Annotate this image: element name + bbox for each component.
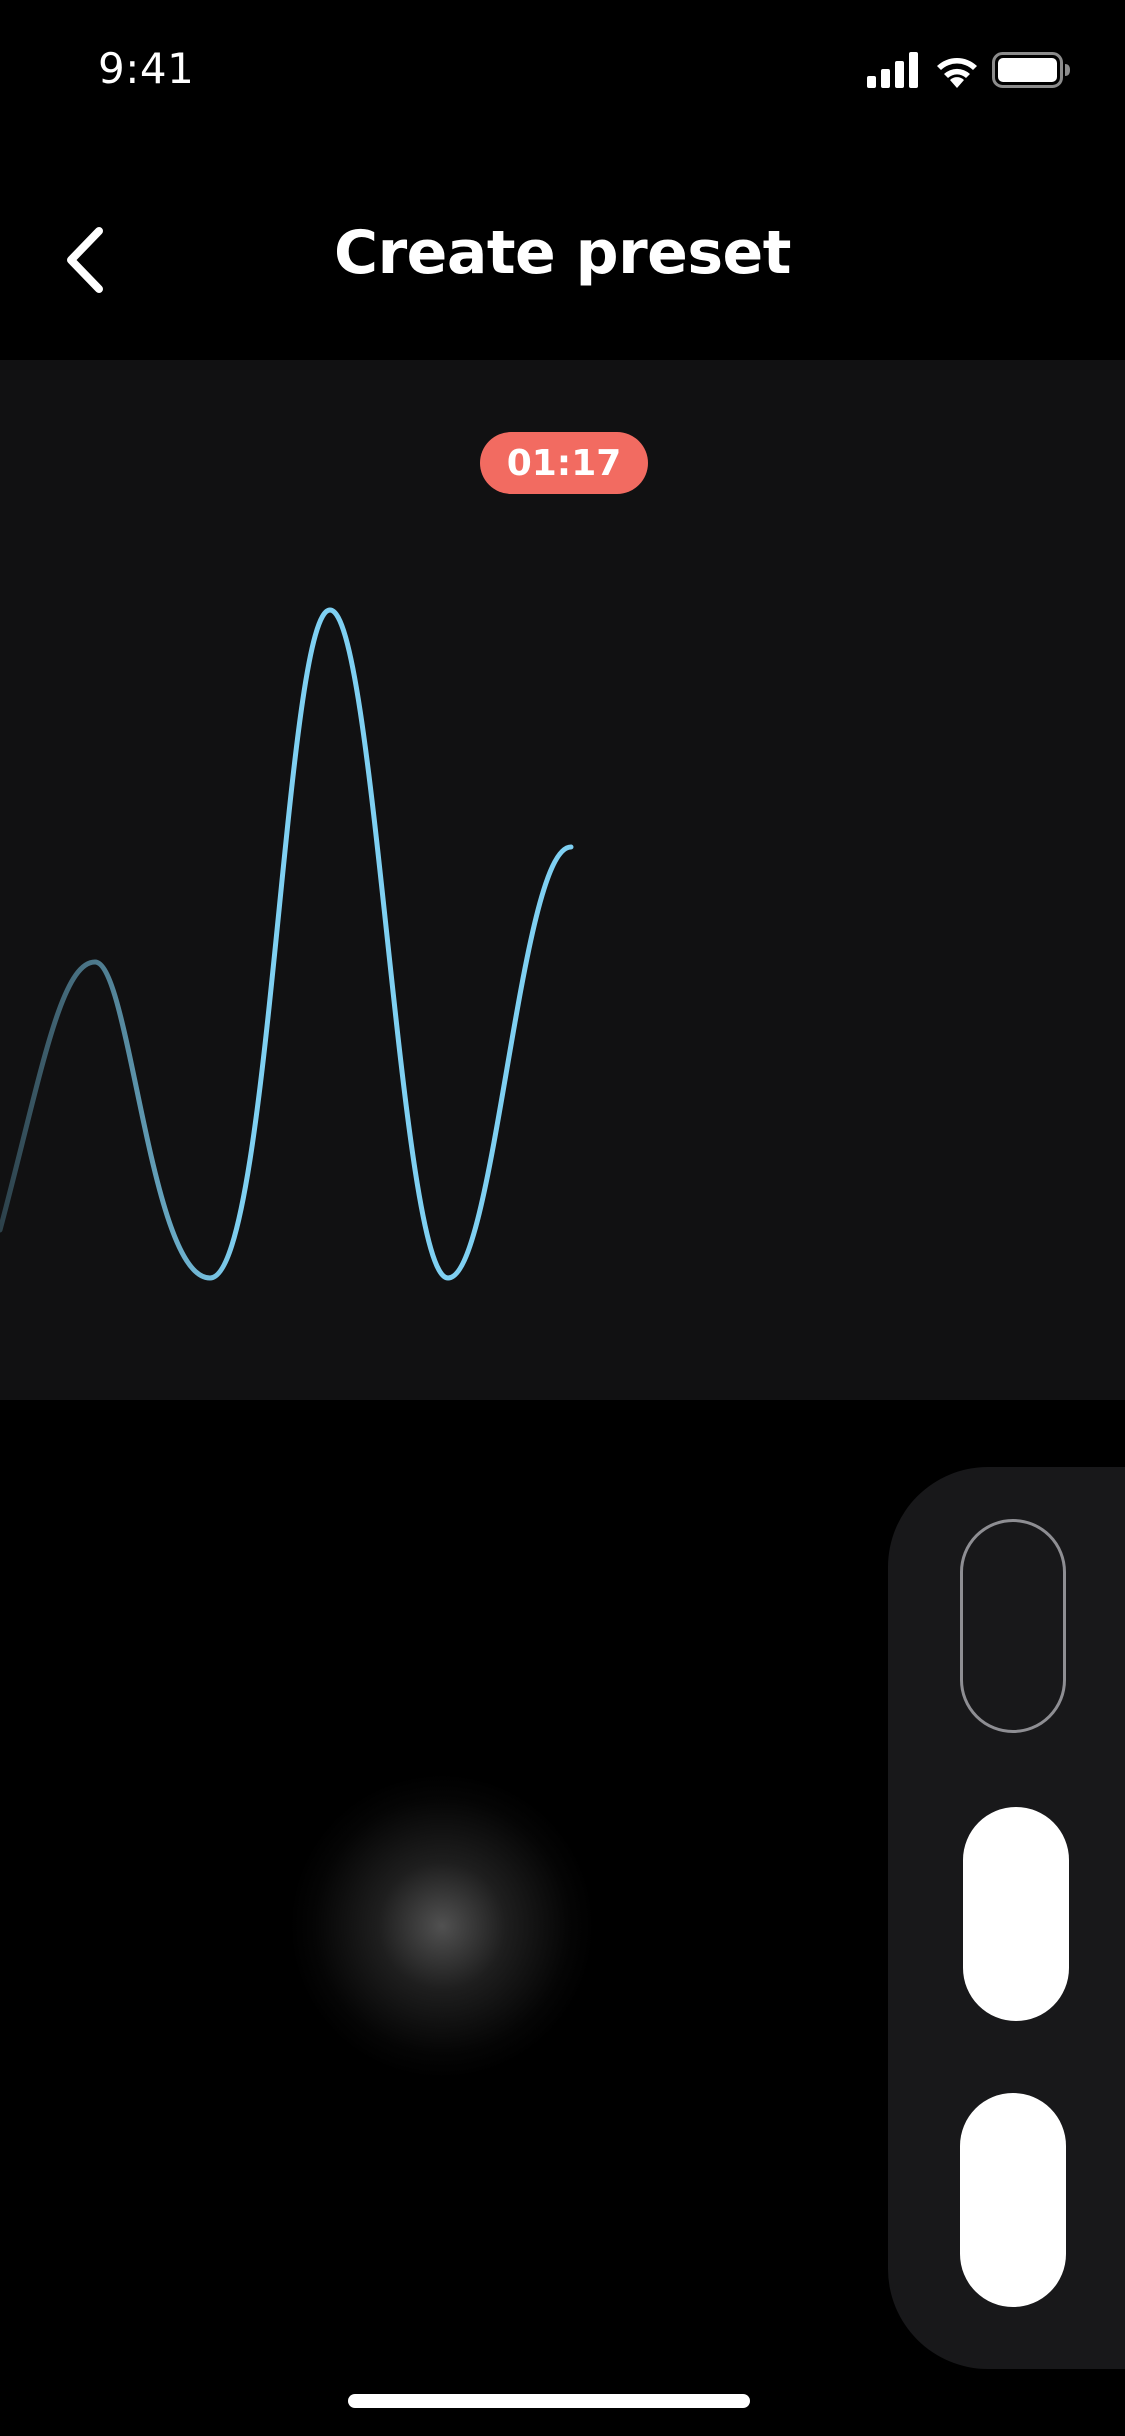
battery-icon — [992, 52, 1070, 88]
status-time: 9:41 — [98, 44, 195, 93]
status-icons — [867, 52, 1070, 88]
cellular-signal-icon — [867, 52, 918, 88]
wifi-icon — [937, 58, 977, 88]
waveform-panel: 01:17 — [0, 360, 1125, 1400]
waveform-graph — [0, 607, 574, 1281]
touch-pad-indicator[interactable] — [292, 1776, 592, 2076]
waveform-line — [0, 607, 574, 1281]
page-title: Create preset — [334, 218, 791, 288]
nav-bar: Create preset — [0, 180, 1125, 320]
mode-control-panel — [888, 1467, 1125, 2369]
mode-toggle-3[interactable] — [960, 2093, 1066, 2307]
mode-toggle-2[interactable] — [963, 1807, 1069, 2021]
mode-toggle-1[interactable] — [960, 1519, 1066, 1733]
home-indicator — [348, 2394, 750, 2408]
status-bar: 9:41 — [0, 0, 1125, 132]
